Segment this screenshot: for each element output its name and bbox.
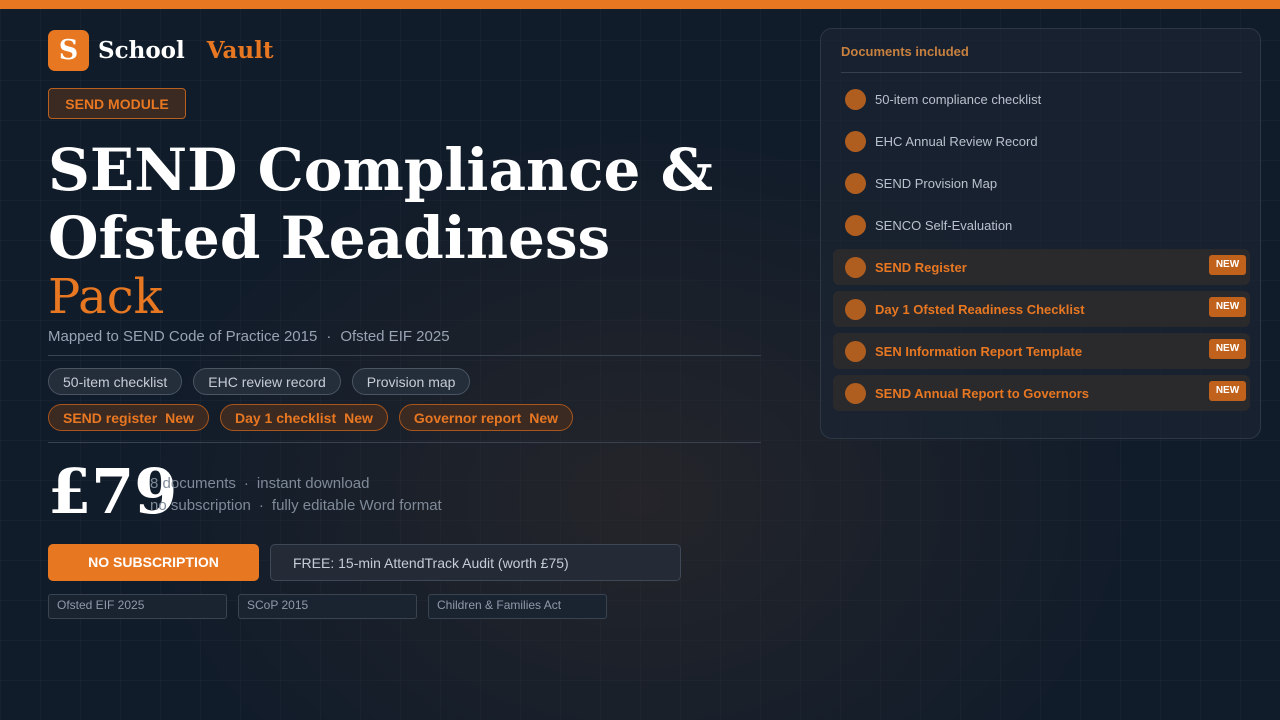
format-note: fully editable Word format [271, 497, 442, 514]
document-item-new[interactable]: SEND Annual Report to Governors NEW [833, 375, 1250, 411]
chip-label: Day 1 checklist [234, 409, 337, 426]
ref-tag-cfa: Children & Families Act [428, 594, 607, 619]
price-details: 8 documents · instant download no subscrip… [150, 473, 442, 517]
chip-label: Provision map [366, 373, 456, 390]
mapping-subtitle: Mapped to SEND Code of Practice 2015 · Ofs… [48, 328, 450, 345]
document-item-new[interactable]: SEND Register NEW [833, 249, 1250, 285]
chip-provision-map[interactable]: Provision map [351, 368, 471, 395]
download-note: instant download [256, 475, 370, 492]
chip-governor-report[interactable]: Governor report New [398, 404, 574, 431]
divider [48, 355, 761, 356]
free-audit-offer[interactable]: FREE: 15-min AttendTrack Audit (worth £7… [270, 544, 681, 581]
panel-divider [841, 72, 1242, 73]
document-icon [845, 298, 866, 320]
chip-label: SEND register [63, 409, 158, 426]
mapping-scop: Mapped to SEND Code of Practice 2015 [48, 328, 318, 345]
new-tag: New [165, 410, 194, 426]
document-icon [845, 88, 866, 110]
subscription-note: no subscription [150, 497, 251, 514]
document-item[interactable]: SEND Provision Map [833, 165, 1250, 201]
document-item[interactable]: SENCO Self-Evaluation [833, 207, 1250, 243]
separator: · [258, 497, 264, 514]
doc-count: 8 documents [150, 475, 236, 492]
separator: · [326, 328, 332, 345]
feature-chips: 50-item checklist EHC review record Prov… [48, 368, 471, 395]
chip-checklist[interactable]: 50-item checklist [48, 368, 183, 395]
chip-ehc-review[interactable]: EHC review record [193, 368, 341, 395]
chip-day1-checklist[interactable]: Day 1 checklist New [219, 404, 388, 431]
new-tag-label: New [529, 409, 559, 426]
document-label: SEND Provision Map [875, 175, 998, 191]
chip-send-register[interactable]: SEND register New [48, 404, 209, 431]
document-item-new[interactable]: Day 1 Ofsted Readiness Checklist NEW [833, 291, 1250, 327]
title-line-2: Ofsted Readiness [48, 204, 611, 272]
panel-title: Documents included [841, 44, 969, 59]
document-list: 50-item compliance checklist EHC Annual … [833, 81, 1250, 417]
document-icon [845, 382, 866, 404]
new-badge: NEW [1209, 297, 1246, 317]
top-accent-bar [0, 0, 1280, 9]
document-icon [845, 214, 866, 236]
divider [48, 442, 761, 443]
document-icon [845, 172, 866, 194]
document-label: SEND Register [875, 259, 967, 275]
separator: · [243, 475, 249, 492]
chip-label: Governor report [413, 409, 522, 426]
new-tag: New [344, 410, 373, 426]
document-label: Day 1 Ofsted Readiness Checklist [875, 301, 1085, 317]
document-label: SEND Annual Report to Governors [875, 385, 1090, 401]
new-tag-label: New [165, 409, 194, 426]
new-badge: NEW [1209, 339, 1246, 359]
document-icon [845, 340, 866, 362]
module-badge: SEND MODULE [48, 88, 186, 119]
page-title: SEND Compliance & Ofsted Readiness Pack [48, 136, 788, 324]
document-label: EHC Annual Review Record [875, 133, 1038, 149]
ref-tag-scop: SCoP 2015 [238, 594, 417, 619]
document-icon [845, 256, 866, 278]
brand-accent: Vault [206, 37, 274, 64]
new-feature-chips: SEND register New Day 1 checklist New Go… [48, 404, 574, 431]
title-line-1: SEND Compliance & [48, 136, 713, 204]
new-badge: NEW [1209, 381, 1246, 401]
document-item[interactable]: 50-item compliance checklist [833, 81, 1250, 117]
chip-label: 50-item checklist [63, 373, 168, 390]
title-accent: Pack [48, 269, 163, 325]
document-icon [845, 130, 866, 152]
new-tag: New [529, 410, 558, 426]
ref-tag-eif: Ofsted EIF 2025 [48, 594, 227, 619]
new-badge: NEW [1209, 255, 1246, 275]
mapping-eif: Ofsted EIF 2025 [340, 328, 450, 345]
audit-label: FREE: 15-min AttendTrack Audit (worth £7… [293, 554, 569, 571]
document-item-new[interactable]: SEN Information Report Template NEW [833, 333, 1250, 369]
document-label: SENCO Self-Evaluation [875, 217, 1013, 233]
new-tag-label: New [344, 409, 373, 426]
chip-label: EHC review record [208, 373, 326, 390]
brand-name: School [98, 37, 185, 64]
brand-logo[interactable]: S School Vault [48, 30, 274, 71]
document-label: SEN Information Report Template [875, 343, 1083, 359]
reference-tags: Ofsted EIF 2025 SCoP 2015 Children & Fam… [48, 594, 607, 619]
price-line-2: no subscription · fully editable Word form… [150, 495, 442, 517]
price-line-1: 8 documents · instant download [150, 473, 442, 495]
document-label: 50-item compliance checklist [875, 91, 1042, 107]
document-item[interactable]: EHC Annual Review Record [833, 123, 1250, 159]
logo-mark: S [48, 30, 89, 71]
documents-panel: Documents included 50-item compliance ch… [820, 28, 1261, 439]
buy-button[interactable]: NO SUBSCRIPTION [48, 544, 259, 581]
